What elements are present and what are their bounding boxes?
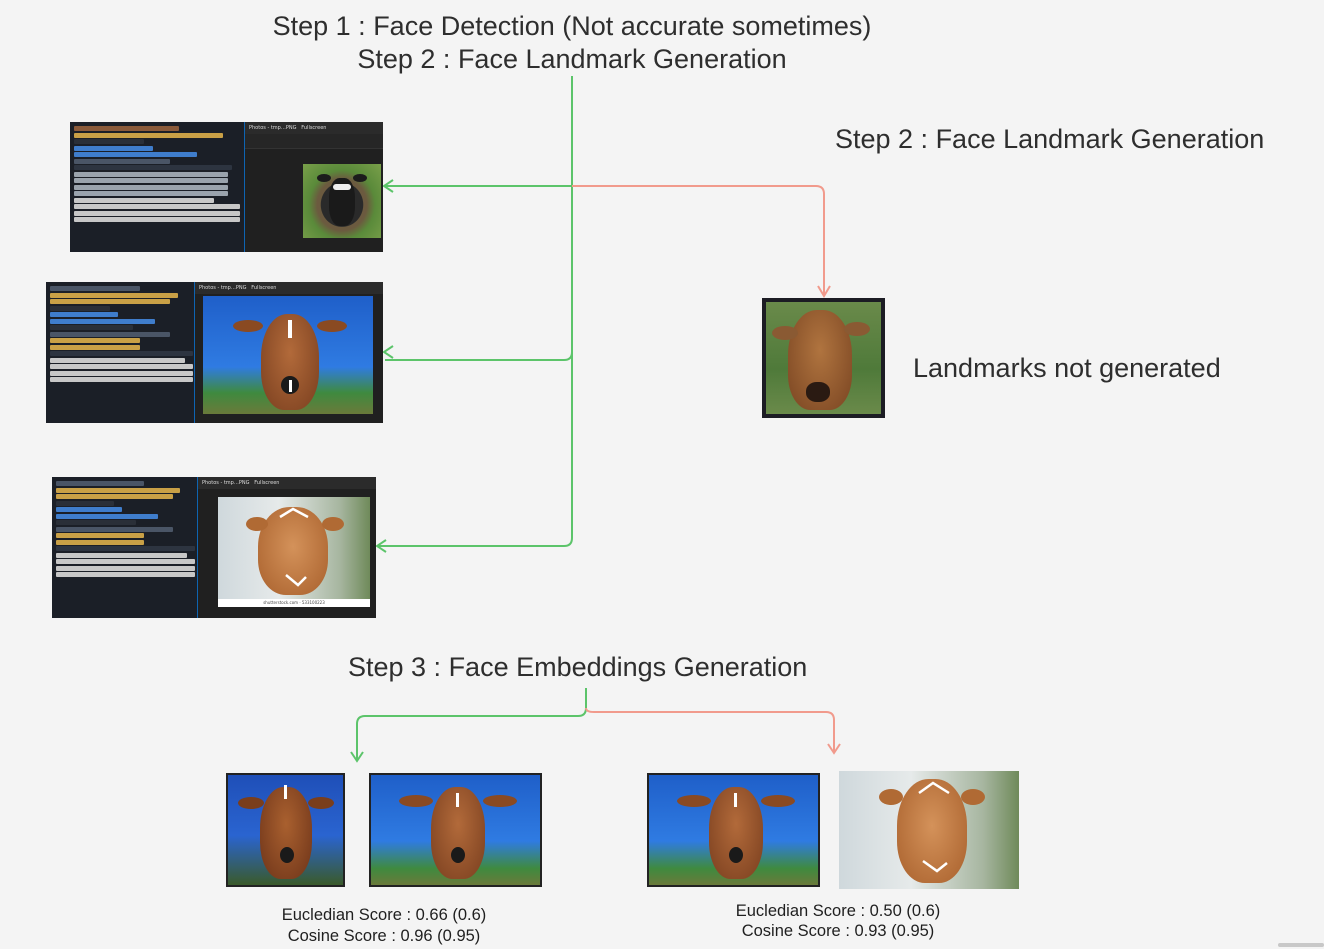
horizontal-scrollbar[interactable] xyxy=(1278,943,1324,947)
viewer-title: Photos - tmp…PNG xyxy=(199,285,247,291)
code-screenshot-1: Photos - tmp…PNG Fullscreen xyxy=(70,122,383,252)
success-arrowhead-2 xyxy=(382,345,394,359)
cow-photo-no-landmarks xyxy=(766,302,881,414)
score-cosine-right: Cosine Score : 0.93 (0.95) xyxy=(741,922,935,940)
no-landmark-image-frame xyxy=(762,298,885,418)
cow-photo-light: shutterstock.com · 533100223 xyxy=(218,497,370,607)
code-screenshot-3: Photos - tmp…PNG Fullscreen shutterstock… xyxy=(52,477,376,618)
watermark-caption: shutterstock.com · 533100223 xyxy=(218,599,370,607)
step1-heading: Step 1 : Face Detection (Not accurate so… xyxy=(272,11,872,41)
step3-red-split xyxy=(585,707,835,752)
cow-photo-blue-sky xyxy=(203,296,373,414)
success-trunk xyxy=(378,76,573,547)
viewer-title: Photos - tmp…PNG xyxy=(202,480,250,486)
step3-green-split xyxy=(356,688,587,760)
photo-viewer-window: Photos - tmp…PNG Fullscreen xyxy=(194,282,383,423)
viewer-title: Photos - tmp…PNG xyxy=(249,125,297,131)
score-euclidean-right: Eucledian Score : 0.50 (0.6) xyxy=(735,902,941,920)
cow-photo-black xyxy=(303,164,381,238)
fullscreen-button: Fullscreen xyxy=(301,125,327,131)
success-branch-2 xyxy=(385,351,573,361)
code-editor-pane xyxy=(52,477,198,618)
comparison-image-2b xyxy=(839,771,1019,889)
code-screenshot-2: Photos - tmp…PNG Fullscreen xyxy=(46,282,383,423)
fullscreen-button: Fullscreen xyxy=(254,480,280,486)
code-editor-pane xyxy=(46,282,196,423)
comparison-image-1a xyxy=(226,773,345,887)
step3-heading: Step 3 : Face Embeddings Generation xyxy=(348,652,808,682)
comparison-image-2a xyxy=(647,773,820,887)
photo-viewer-window: Photos - tmp…PNG Fullscreen xyxy=(244,122,383,252)
photo-viewer-window: Photos - tmp…PNG Fullscreen shutterstock… xyxy=(197,477,376,618)
fullscreen-button: Fullscreen xyxy=(251,285,277,291)
score-euclidean-left: Eucledian Score : 0.66 (0.6) xyxy=(281,906,487,924)
score-cosine-left: Cosine Score : 0.96 (0.95) xyxy=(287,927,481,945)
comparison-image-1b xyxy=(369,773,542,887)
landmarks-not-generated-label: Landmarks not generated xyxy=(913,353,1221,383)
failure-branch xyxy=(572,185,825,294)
step2-heading-right: Step 2 : Face Landmark Generation xyxy=(835,124,1265,154)
step2-heading-top: Step 2 : Face Landmark Generation xyxy=(357,44,787,74)
code-editor-pane xyxy=(70,122,245,252)
